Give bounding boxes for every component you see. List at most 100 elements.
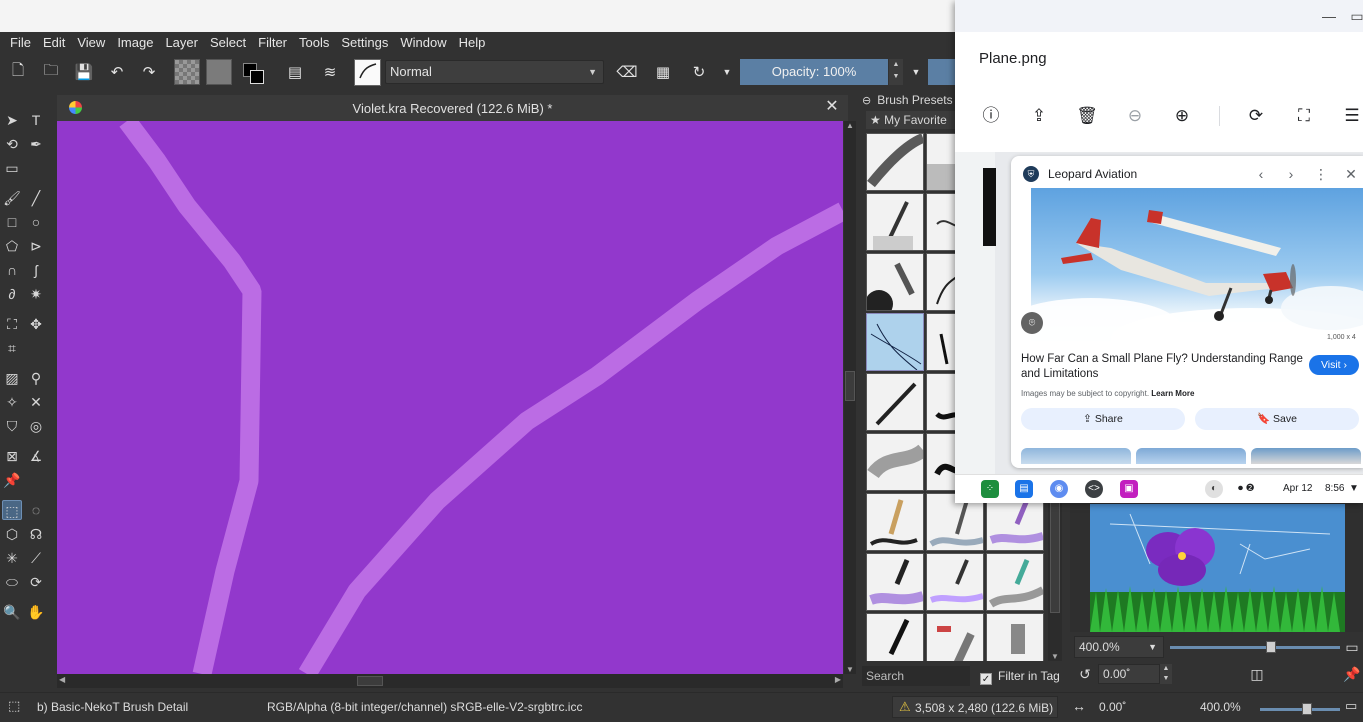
close-icon[interactable]: ✕ xyxy=(1342,165,1360,183)
reload-dropdown-icon[interactable]: ▼ xyxy=(717,62,737,82)
vertical-scroll-thumb[interactable] xyxy=(845,371,855,401)
share-button[interactable]: ⇪ Share xyxy=(1021,408,1185,430)
menu-edit[interactable]: Edit xyxy=(37,32,71,54)
fill-tool-icon[interactable]: ⛉ xyxy=(2,416,22,436)
gradient-edit-tool-icon[interactable]: ▭ xyxy=(2,158,22,178)
menu-select[interactable]: Select xyxy=(204,32,252,54)
enclose-fill-tool-icon[interactable]: ◎ xyxy=(26,416,46,436)
zoom-out-icon[interactable]: ⊖ xyxy=(1123,104,1147,128)
rectangular-selection-tool-icon[interactable]: ⬚ xyxy=(2,500,22,520)
menu-view[interactable]: View xyxy=(71,32,111,54)
zoom-tool-icon[interactable]: 🔍 xyxy=(2,602,22,622)
crop-icon[interactable]: ⛶ xyxy=(1292,104,1316,128)
save-button[interactable]: 🔖 Save xyxy=(1195,408,1359,430)
filter-in-tag-checkbox[interactable]: ✓ Filter in Tag xyxy=(980,666,1060,686)
lens-headline[interactable]: How Far Can a Small Plane Fly? Understan… xyxy=(1021,352,1303,382)
learn-more-link[interactable]: Learn More xyxy=(1151,389,1194,398)
brush-preset-thumbnail[interactable] xyxy=(354,59,381,86)
wifi-icon[interactable]: ▼ xyxy=(1349,483,1359,494)
related-image-thumb[interactable] xyxy=(1251,448,1361,464)
brush-preset-item[interactable] xyxy=(986,613,1044,661)
opacity-dropdown-icon[interactable]: ▼ xyxy=(906,62,926,82)
rotate-canvas-icon[interactable]: ↺ xyxy=(1076,665,1094,683)
select-shapes-tool-icon[interactable]: ➤ xyxy=(2,110,22,130)
brush-preset-item[interactable] xyxy=(866,493,924,551)
close-document-icon[interactable]: ✕ xyxy=(822,97,842,117)
eraser-icon[interactable]: ⌫ xyxy=(616,62,637,82)
brush-preset-item[interactable] xyxy=(866,193,924,251)
menu-image[interactable]: Image xyxy=(111,32,159,54)
horizontal-scroll-thumb[interactable] xyxy=(357,676,383,686)
brush-preset-item[interactable] xyxy=(926,613,984,661)
preset-tag-select[interactable]: ★ My Favorite xyxy=(866,111,955,129)
menu-file[interactable]: File xyxy=(4,32,37,54)
bezier-tool-icon[interactable]: ∩ xyxy=(2,260,22,280)
contiguous-selection-tool-icon[interactable]: ✳ xyxy=(2,548,22,568)
similar-selection-tool-icon[interactable]: ⟋ xyxy=(26,548,46,568)
move-tool-icon[interactable]: ✥ xyxy=(26,314,46,334)
opacity-spin-buttons[interactable]: ▲ ▼ xyxy=(889,59,903,85)
related-image-thumb[interactable] xyxy=(1136,448,1246,464)
menu-help[interactable]: Help xyxy=(453,32,492,54)
brush-preset-item[interactable] xyxy=(926,553,984,611)
rotate-canvas-icon[interactable]: ↔ xyxy=(1072,698,1086,714)
brush-preset-item-selected[interactable] xyxy=(866,313,924,371)
overview-rotation-input[interactable]: 0.00˚ xyxy=(1098,664,1160,684)
transform-tool-icon[interactable]: ⛶ xyxy=(2,314,22,334)
share-icon[interactable]: ⇪ xyxy=(1027,104,1051,128)
freehand-selection-tool-icon[interactable]: ☊ xyxy=(26,524,46,544)
text-tool-icon[interactable]: T xyxy=(26,110,46,130)
drawing-canvas[interactable] xyxy=(57,121,843,674)
menu-settings[interactable]: Settings xyxy=(335,32,394,54)
chevron-left-icon[interactable]: ‹ xyxy=(1252,165,1270,183)
crop-tool-icon[interactable]: ⌗ xyxy=(2,338,22,358)
magnetic-selection-tool-icon[interactable]: ⟳ xyxy=(26,572,46,592)
ellipse-tool-icon[interactable]: ○ xyxy=(26,212,46,232)
lens-search-icon[interactable]: ⌾ xyxy=(1021,312,1043,334)
open-document-icon[interactable]: 🗀 xyxy=(41,62,61,82)
multibrush-tool-icon[interactable]: ✷ xyxy=(26,284,46,304)
brush-preset-item[interactable] xyxy=(866,553,924,611)
rectangle-tool-icon[interactable]: □ xyxy=(2,212,22,232)
reload-preset-icon[interactable]: ↻ xyxy=(689,62,709,82)
scroll-down-icon[interactable]: ▼ xyxy=(846,665,854,674)
color-picker-tool-icon[interactable]: ⚲ xyxy=(26,368,46,388)
shelf-time[interactable]: 8:56 xyxy=(1325,483,1344,494)
files-app-icon[interactable]: ▤ xyxy=(1015,480,1033,498)
bezier-selection-tool-icon[interactable]: ⬭ xyxy=(2,572,22,592)
chrome-app-icon[interactable]: ◉ xyxy=(1050,480,1068,498)
pin-icon[interactable]: 📌 xyxy=(1343,665,1361,683)
rotate-icon[interactable]: ⟳ xyxy=(1244,104,1268,128)
overview-zoom-select[interactable]: 400.0% ▼ xyxy=(1074,636,1164,658)
line-tool-icon[interactable]: ╱ xyxy=(26,188,46,208)
canvas-horizontal-scrollbar[interactable]: ◀ ▶ xyxy=(57,674,843,688)
brush-settings-icon[interactable]: ≋ xyxy=(320,62,340,82)
scroll-left-icon[interactable]: ◀ xyxy=(59,675,65,684)
workspace-icon[interactable]: ▤ xyxy=(285,62,305,82)
preserve-alpha-icon[interactable]: ▦ xyxy=(653,62,673,82)
menu-tools[interactable]: Tools xyxy=(293,32,335,54)
launcher-icon[interactable]: ⁘ xyxy=(981,480,999,498)
mirror-view-icon[interactable]: ◫ xyxy=(1248,665,1266,683)
opacity-slider[interactable]: Opacity: 100% xyxy=(740,59,888,85)
polyline-tool-icon[interactable]: ⊳ xyxy=(26,236,46,256)
foreground-background-color-icon[interactable] xyxy=(243,61,271,87)
lens-result-image[interactable] xyxy=(1031,188,1363,344)
zoom-in-icon[interactable]: ⊕ xyxy=(1170,104,1194,128)
gradient-swatch[interactable] xyxy=(174,59,200,85)
menu-window[interactable]: Window xyxy=(394,32,452,54)
menu-filter[interactable]: Filter xyxy=(252,32,293,54)
docker-float-icon[interactable]: ⊖ xyxy=(862,94,871,107)
status-image-size[interactable]: ⚠ 3,508 x 2,480 (122.6 MiB) xyxy=(892,696,1058,718)
brush-preset-item[interactable] xyxy=(986,553,1044,611)
canvas-vertical-scrollbar[interactable]: ▲ ▼ xyxy=(844,121,856,674)
user-avatar-icon[interactable]: ◐ xyxy=(1205,480,1223,498)
terminal-app-icon[interactable]: <> xyxy=(1085,480,1103,498)
status-indicators-icon[interactable]: ⏺ ❷ xyxy=(1238,483,1255,494)
delete-icon[interactable]: 🗑 xyxy=(1075,104,1099,128)
related-image-thumb[interactable] xyxy=(1021,448,1131,464)
preset-search-input[interactable]: Search xyxy=(862,666,970,686)
maximize-icon[interactable]: ▭ xyxy=(1349,8,1363,24)
overview-zoom-slider[interactable] xyxy=(1170,641,1340,653)
dynamic-brush-tool-icon[interactable]: ∂ xyxy=(2,284,22,304)
